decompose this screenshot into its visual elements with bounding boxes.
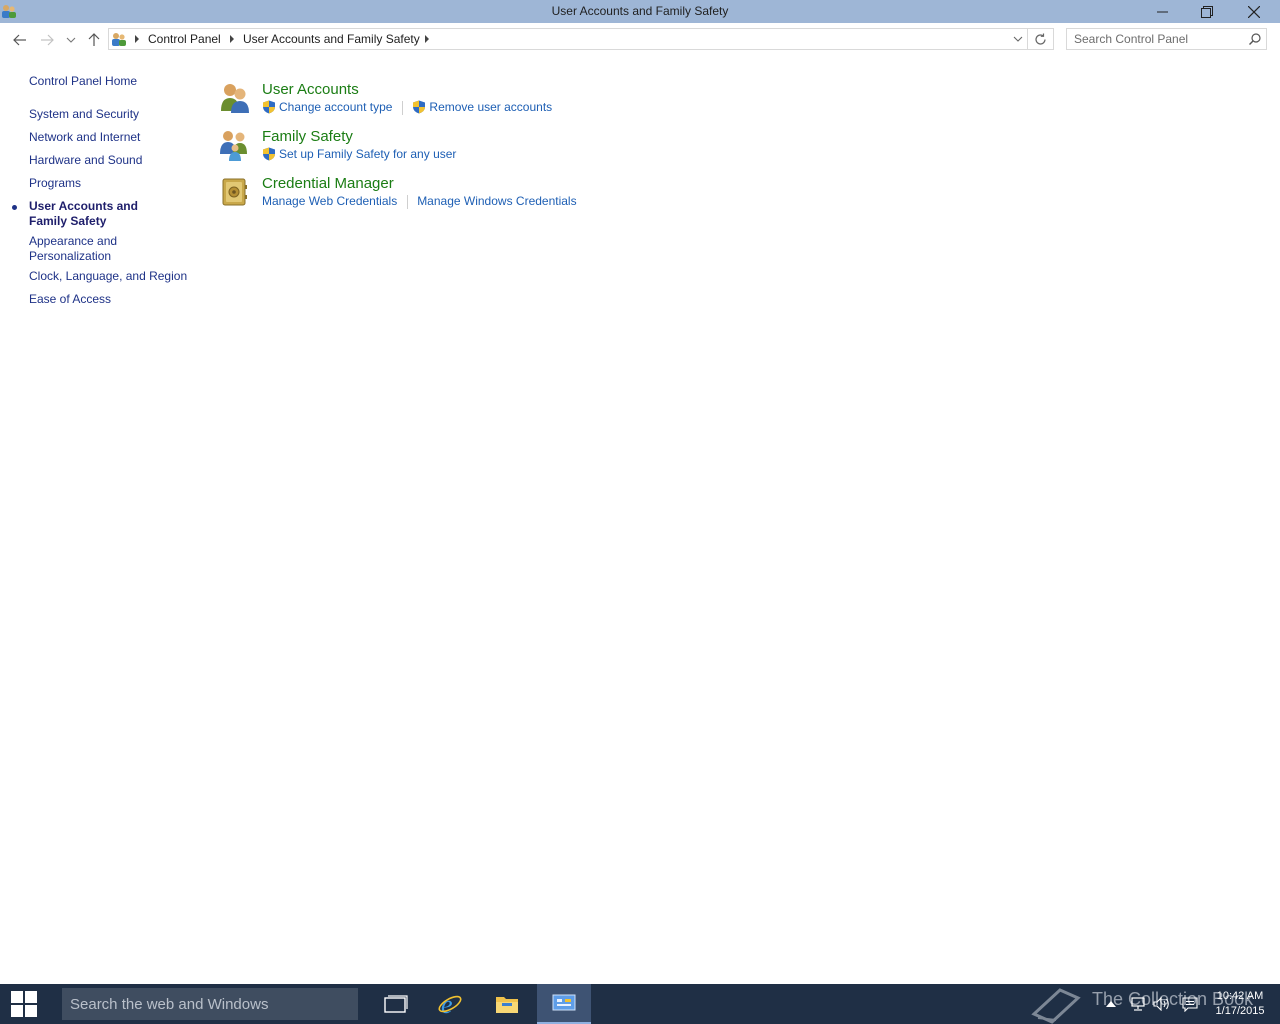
taskbar-clock[interactable]: 10:42 AM 1/17/2015 — [1205, 989, 1275, 1019]
credential-manager-tasks: Manage Web Credentials Manage Windows Cre… — [262, 194, 577, 210]
clock-time: 10:42 AM — [1216, 990, 1264, 1002]
minimize-icon — [1156, 11, 1168, 13]
uac-shield-icon — [413, 100, 426, 114]
internet-explorer-icon: e — [438, 991, 462, 1017]
back-button[interactable] — [11, 31, 29, 49]
task-separator — [402, 101, 404, 115]
chevron-right-icon[interactable] — [229, 35, 235, 43]
uac-shield-icon — [263, 100, 275, 114]
taskbar-control-panel[interactable] — [537, 984, 591, 1024]
back-arrow-icon — [13, 34, 26, 46]
search-icon[interactable] — [1249, 33, 1261, 45]
refresh-icon — [1035, 33, 1046, 45]
manage-windows-credentials-link[interactable]: Manage Windows Credentials — [417, 194, 576, 208]
up-button[interactable] — [85, 31, 103, 49]
forward-button[interactable] — [38, 31, 56, 49]
uac-shield-icon — [263, 147, 275, 161]
manage-web-credentials-link[interactable]: Manage Web Credentials — [262, 194, 397, 208]
change-account-type-label: Change account type — [279, 100, 393, 114]
book-watermark-icon — [1031, 988, 1081, 1024]
chevron-right-icon[interactable] — [424, 35, 430, 43]
refresh-button[interactable] — [1028, 28, 1054, 50]
family-safety-tasks: Set up Family Safety for any user — [262, 147, 456, 163]
sidebar-item-user-accounts-family-safety[interactable]: User Accounts and Family Safety — [29, 199, 179, 229]
family-safety-icon[interactable] — [218, 128, 252, 162]
volume-tray-icon[interactable] — [1152, 984, 1172, 1024]
control-panel-home-link[interactable]: Control Panel Home — [29, 74, 189, 89]
chevron-right-icon[interactable] — [134, 35, 140, 43]
sidebar-item-programs[interactable]: Programs — [29, 176, 189, 191]
navigation-bar: Control Panel User Accounts and Family S… — [0, 23, 1280, 58]
remove-user-accounts-label: Remove user accounts — [429, 100, 553, 114]
clock-date: 1/17/2015 — [1215, 1005, 1265, 1017]
sidebar-item-clock-language-region[interactable]: Clock, Language, and Region — [29, 269, 199, 284]
show-hidden-icons-button[interactable] — [1102, 984, 1120, 1024]
forward-arrow-icon — [41, 34, 54, 46]
control-panel-icon — [552, 994, 576, 1011]
set-up-family-safety-link[interactable]: Set up Family Safety for any user — [262, 147, 456, 161]
restore-icon — [1201, 5, 1213, 18]
sidebar-item-ease-of-access[interactable]: Ease of Access — [29, 292, 189, 307]
address-dropdown-icon[interactable] — [1011, 32, 1025, 46]
remove-user-accounts-link[interactable]: Remove user accounts — [412, 100, 552, 114]
taskbar-internet-explorer[interactable]: e — [423, 984, 477, 1024]
windows-logo-icon — [11, 991, 37, 1017]
taskbar-file-explorer[interactable] — [480, 984, 534, 1024]
breadcrumb-control-panel[interactable]: Control Panel — [148, 32, 221, 46]
user-accounts-link[interactable]: User Accounts — [262, 81, 359, 98]
chevron-up-icon — [1106, 1001, 1116, 1007]
network-tray-icon[interactable] — [1128, 984, 1148, 1024]
title-bar: User Accounts and Family Safety — [0, 0, 1280, 23]
set-up-family-safety-label: Set up Family Safety for any user — [279, 147, 457, 161]
sidebar-item-system-security[interactable]: System and Security — [29, 107, 189, 122]
window-title: User Accounts and Family Safety — [551, 4, 729, 18]
recent-locations-button[interactable] — [62, 31, 80, 49]
network-icon — [1131, 997, 1145, 1011]
sidebar-item-network-internet[interactable]: Network and Internet — [29, 130, 189, 145]
task-separator — [407, 195, 409, 209]
search-box[interactable] — [1066, 28, 1267, 50]
restore-button[interactable] — [1184, 0, 1230, 23]
address-bar[interactable]: Control Panel User Accounts and Family S… — [108, 28, 1028, 50]
chevron-down-icon — [66, 37, 76, 43]
family-safety-link[interactable]: Family Safety — [262, 128, 353, 145]
user-accounts-icon[interactable] — [218, 81, 252, 115]
control-panel-users-icon — [112, 33, 126, 46]
minimize-button[interactable] — [1139, 0, 1185, 23]
action-center-tray-icon[interactable] — [1180, 984, 1200, 1024]
taskbar-search-box[interactable] — [62, 988, 358, 1020]
sidebar-item-appearance-personalization[interactable]: Appearance and Personalization — [29, 234, 129, 264]
credential-manager-icon[interactable] — [218, 175, 252, 209]
taskbar: e The Collection Book — [0, 984, 1280, 1024]
user-accounts-tasks: Change account type Remove user accounts — [262, 100, 552, 116]
change-account-type-link[interactable]: Change account type — [262, 100, 392, 114]
search-input[interactable] — [1067, 29, 1254, 49]
task-view-icon — [384, 995, 408, 1013]
speaker-icon — [1153, 997, 1169, 1011]
sidebar-item-hardware-sound[interactable]: Hardware and Sound — [29, 153, 189, 168]
current-item-bullet — [12, 205, 17, 210]
task-view-button[interactable] — [369, 984, 423, 1024]
start-button[interactable] — [0, 984, 48, 1024]
close-button[interactable] — [1231, 0, 1277, 23]
file-explorer-icon — [496, 997, 518, 1013]
notification-icon — [1182, 996, 1198, 1012]
up-arrow-icon — [88, 33, 100, 46]
close-icon — [1248, 5, 1260, 18]
breadcrumb-user-accounts[interactable]: User Accounts and Family Safety — [243, 32, 420, 46]
taskbar-search-input[interactable] — [62, 988, 358, 1020]
credential-manager-link[interactable]: Credential Manager — [262, 175, 394, 192]
